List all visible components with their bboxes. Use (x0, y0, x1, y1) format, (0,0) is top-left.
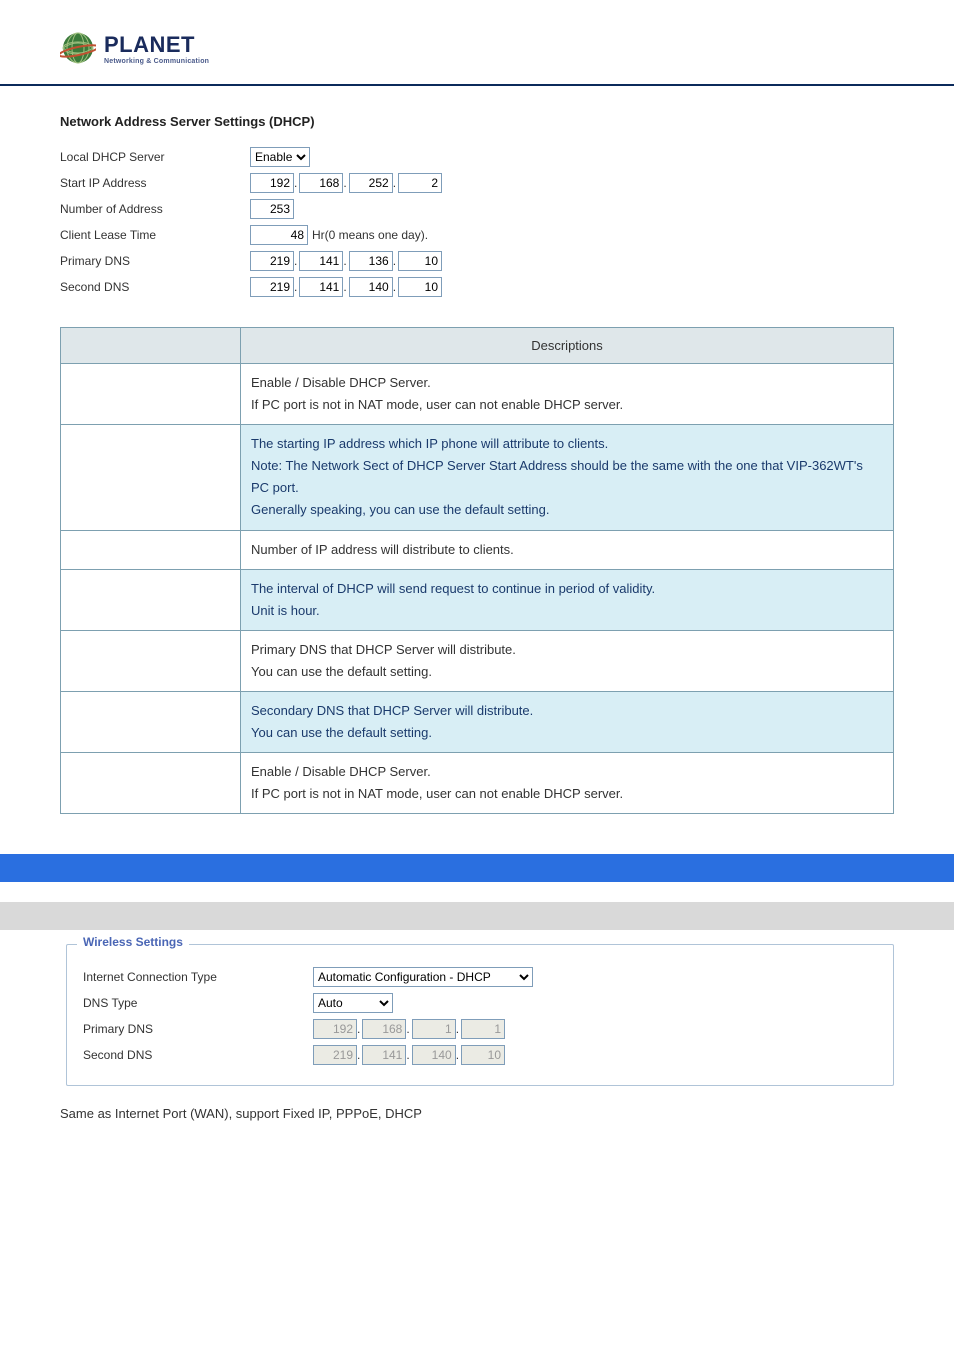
desc-row-label (61, 425, 241, 530)
second-dns-octet-2[interactable] (299, 277, 343, 297)
desc-row-text: The starting IP address which IP phone w… (241, 425, 894, 530)
header: PLANET Networking & Communication (60, 0, 894, 76)
desc-header-left (61, 328, 241, 364)
logo-text: PLANET (104, 32, 209, 58)
second-dns-octet-4[interactable] (398, 277, 442, 297)
logo: PLANET Networking & Communication (60, 30, 894, 66)
ict-label: Internet Connection Type (83, 970, 313, 984)
logo-subtext: Networking & Communication (104, 58, 209, 65)
footnote: Same as Internet Port (WAN), support Fix… (60, 1106, 894, 1121)
planet-globe-icon (60, 30, 96, 66)
dns-type-label: DNS Type (83, 996, 313, 1010)
primary-dns-octet-4[interactable] (398, 251, 442, 271)
num-address-label: Number of Address (60, 202, 250, 216)
desc-row-label (61, 753, 241, 814)
descriptions-table: Descriptions Enable / Disable DHCP Serve… (60, 327, 894, 814)
primary-dns-label: Primary DNS (60, 254, 250, 268)
start-ip-octet-4[interactable] (398, 173, 442, 193)
local-dhcp-label: Local DHCP Server (60, 150, 250, 164)
start-ip-octet-2[interactable] (299, 173, 343, 193)
desc-row-label (61, 364, 241, 425)
lease-time-input[interactable] (250, 225, 308, 245)
start-ip-octet-1[interactable] (250, 173, 294, 193)
primary-dns-octet-2[interactable] (299, 251, 343, 271)
desc-row-label (61, 530, 241, 569)
desc-row-label (61, 630, 241, 691)
ict-select[interactable]: Automatic Configuration - DHCP (313, 967, 533, 987)
wireless-sdns-octet-3 (412, 1045, 456, 1065)
desc-row-label (61, 692, 241, 753)
blue-separator-bar (0, 854, 954, 882)
desc-row-text: The interval of DHCP will send request t… (241, 569, 894, 630)
desc-row-text: Enable / Disable DHCP Server.If PC port … (241, 753, 894, 814)
desc-row-text: Secondary DNS that DHCP Server will dist… (241, 692, 894, 753)
second-dns-label: Second DNS (60, 280, 250, 294)
lease-time-suffix: Hr(0 means one day). (312, 228, 428, 242)
num-address-input[interactable] (250, 199, 294, 219)
second-dns-octet-1[interactable] (250, 277, 294, 297)
primary-dns-octet-3[interactable] (349, 251, 393, 271)
desc-header-right: Descriptions (241, 328, 894, 364)
wireless-sdns-octet-1 (313, 1045, 357, 1065)
primary-dns-octet-1[interactable] (250, 251, 294, 271)
lease-time-label: Client Lease Time (60, 228, 250, 242)
wireless-sdns-octet-2 (362, 1045, 406, 1065)
wireless-pdns-octet-2 (362, 1019, 406, 1039)
desc-row-text: Number of IP address will distribute to … (241, 530, 894, 569)
second-dns-octet-3[interactable] (349, 277, 393, 297)
wireless-sdns-octet-4 (461, 1045, 505, 1065)
wireless-pdns-octet-1 (313, 1019, 357, 1039)
desc-row-text: Enable / Disable DHCP Server.If PC port … (241, 364, 894, 425)
gray-separator-bar (0, 902, 954, 930)
dhcp-section-title: Network Address Server Settings (DHCP) (60, 114, 894, 129)
wireless-settings-fieldset: Wireless Settings Internet Connection Ty… (66, 944, 894, 1086)
wireless-pdns-label: Primary DNS (83, 1022, 313, 1036)
start-ip-octet-3[interactable] (349, 173, 393, 193)
start-ip-label: Start IP Address (60, 176, 250, 190)
local-dhcp-select[interactable]: Enable (250, 147, 310, 167)
desc-row-label (61, 569, 241, 630)
header-divider (0, 84, 954, 86)
wireless-sdns-label: Second DNS (83, 1048, 313, 1062)
wireless-legend: Wireless Settings (77, 935, 189, 949)
wireless-pdns-octet-3 (412, 1019, 456, 1039)
desc-row-text: Primary DNS that DHCP Server will distri… (241, 630, 894, 691)
dns-type-select[interactable]: Auto (313, 993, 393, 1013)
wireless-pdns-octet-4 (461, 1019, 505, 1039)
dhcp-settings-grid: Local DHCP Server Enable Start IP Addres… (60, 147, 894, 297)
